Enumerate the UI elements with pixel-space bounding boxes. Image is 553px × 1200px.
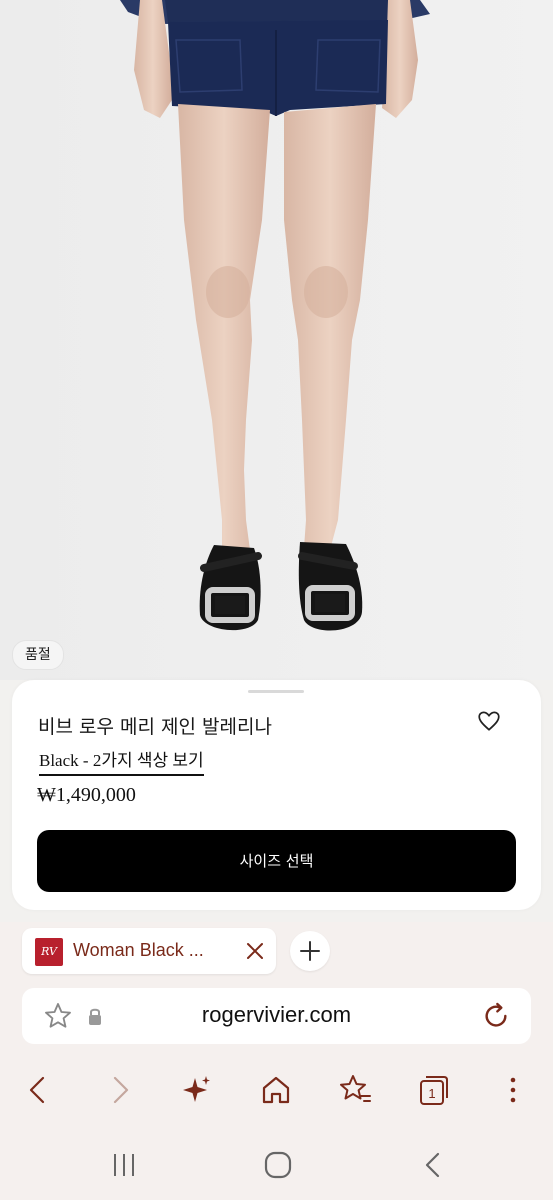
sparkle-icon[interactable] [179, 1072, 215, 1108]
chevron-left-icon[interactable] [20, 1072, 56, 1108]
bookmarks-svg [340, 1075, 371, 1102]
wishlist-heart-svg [478, 711, 500, 731]
sparkle-svg [183, 1076, 210, 1102]
recents-icon[interactable] [109, 1150, 139, 1180]
heart-outline-icon[interactable] [476, 708, 502, 734]
system-nav-bar [0, 1140, 553, 1190]
close-svg [247, 943, 263, 959]
menu-svg [510, 1077, 516, 1103]
product-image[interactable] [0, 0, 553, 680]
tabs-count-icon[interactable]: 1 [416, 1072, 452, 1108]
site-favicon: RV [35, 938, 63, 966]
home-svg [262, 1076, 290, 1104]
system-back-icon[interactable] [418, 1150, 448, 1180]
home-icon[interactable] [258, 1072, 294, 1108]
browser-nav-bar: 1 [0, 1062, 553, 1118]
product-price: ₩1,490,000 [37, 784, 136, 806]
close-icon[interactable] [242, 936, 268, 966]
forward-svg [113, 1076, 129, 1104]
recents-svg [114, 1154, 134, 1176]
tabs-count: 1 [428, 1086, 435, 1101]
sys-back-svg [425, 1152, 440, 1178]
chevron-right-icon[interactable] [102, 1072, 138, 1108]
tab-title: Woman Black ... [73, 940, 204, 960]
product-title: 비브 로우 메리 제인 발레리나 [38, 716, 272, 738]
reload-icon[interactable] [480, 1000, 512, 1032]
sheet-grab-handle[interactable] [248, 690, 304, 693]
model-photo [0, 0, 553, 680]
reload-svg [485, 1002, 507, 1027]
color-options-link[interactable]: Black - 2가지 색상 보기 [39, 746, 204, 776]
star-list-icon[interactable] [337, 1072, 373, 1108]
sold-out-badge: 품절 [12, 640, 64, 670]
plus-svg [300, 941, 320, 961]
plus-icon[interactable] [290, 931, 330, 971]
home-circle-icon[interactable] [263, 1150, 293, 1180]
sys-home-svg [264, 1151, 292, 1179]
back-svg [29, 1076, 45, 1104]
browser-tab[interactable]: RV Woman Black ... [22, 928, 276, 974]
more-vertical-icon[interactable] [495, 1072, 531, 1108]
address-bar[interactable]: rogervivier.com [22, 988, 531, 1044]
url-text: rogervivier.com [201, 1002, 352, 1027]
tabs-svg: 1 [420, 1076, 448, 1105]
select-size-button[interactable]: 사이즈 선택 [37, 830, 516, 892]
browser-toolbar: RV Woman Black ... rogervivier.com 1 [0, 922, 553, 1200]
product-info-sheet: 비브 로우 메리 제인 발레리나 Black - 2가지 색상 보기 ₩1,49… [12, 680, 541, 910]
